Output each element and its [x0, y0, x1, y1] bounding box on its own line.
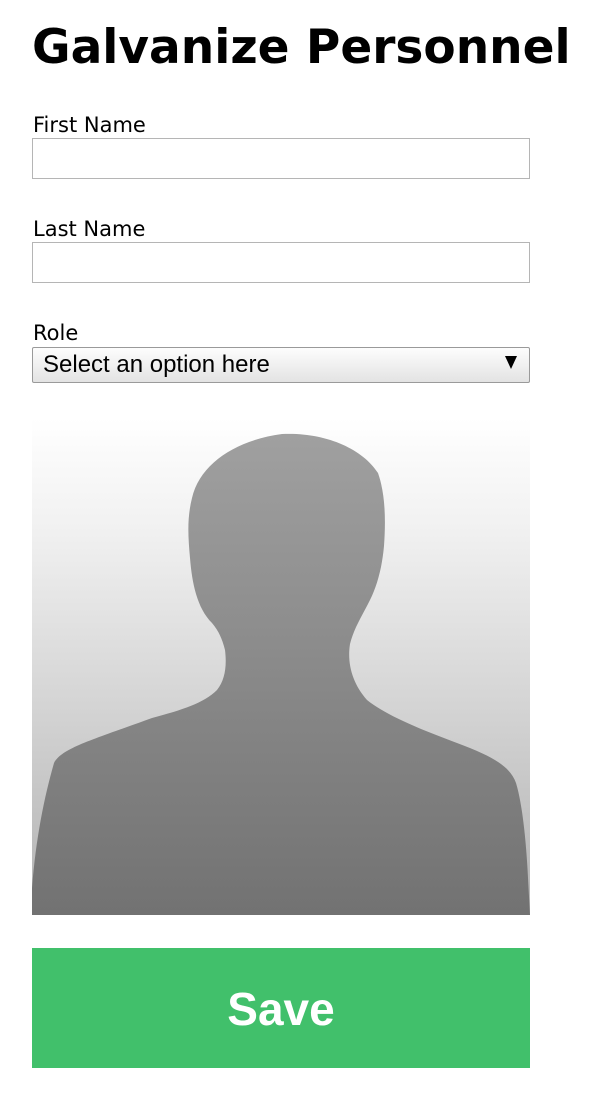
dropdown-arrow-icon [505, 356, 517, 369]
person-silhouette-icon [32, 418, 530, 915]
last-name-label: Last Name [33, 217, 146, 241]
first-name-label: First Name [33, 113, 146, 137]
page-title: Galvanize Personnel [32, 20, 571, 75]
role-label: Role [33, 321, 79, 345]
role-select[interactable]: Select an option here [32, 347, 530, 383]
save-button[interactable]: Save [32, 948, 530, 1068]
last-name-input[interactable] [32, 242, 530, 283]
profile-photo-placeholder [32, 418, 530, 915]
role-select-value: Select an option here [43, 351, 270, 378]
first-name-input[interactable] [32, 138, 530, 179]
